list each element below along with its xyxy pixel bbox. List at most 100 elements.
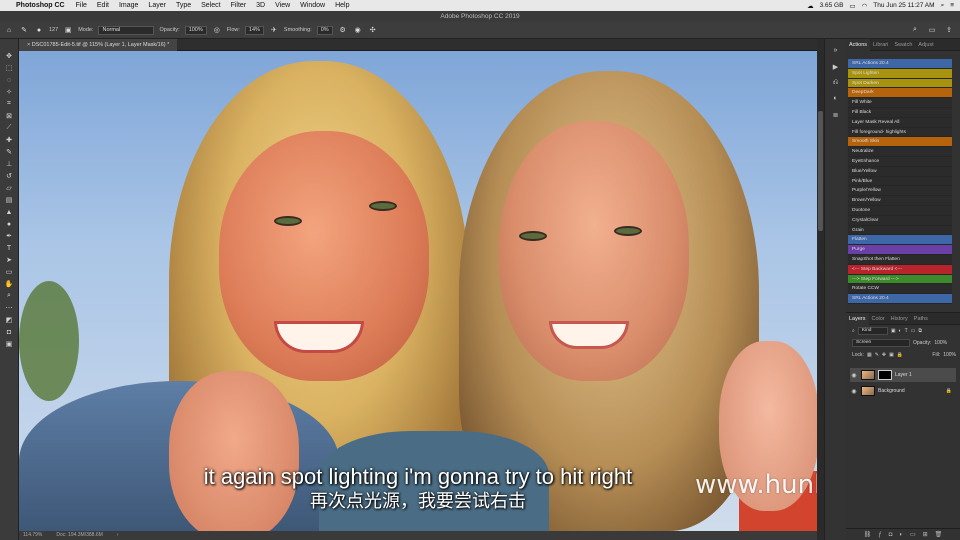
brush-tool-icon[interactable]: ✎ [2,147,16,157]
opacity-value[interactable]: 100% [934,340,947,346]
fx-icon[interactable]: ƒ [878,532,881,538]
type-tool-icon[interactable]: T [2,243,16,253]
menu-3d[interactable]: 3D [251,2,270,9]
zoom-level[interactable]: 114.79% [23,531,42,540]
tab-actions[interactable]: Actions [846,38,871,51]
menu-list-icon[interactable]: ≡ [950,2,954,9]
menu-help[interactable]: Help [330,2,354,9]
visibility-eye-icon[interactable]: ◉ [850,372,858,379]
action-item[interactable]: Purple/Yellow [848,186,952,197]
action-item[interactable]: SRL Actions 20.4 [848,294,952,304]
visibility-eye-icon[interactable]: ◉ [850,388,858,395]
action-item[interactable]: Smooth Skin [848,137,952,148]
color-swatches-icon[interactable]: ◩ [2,315,16,325]
add-mask-icon[interactable]: ◘ [889,532,893,538]
adjustments-panel-icon[interactable]: ◐ [830,95,842,105]
doc-size[interactable]: Doc: 194.3M/388.6M [56,531,102,540]
menu-view[interactable]: View [270,2,295,9]
lock-move-icon[interactable]: ✥ [882,352,886,358]
history-panel-icon[interactable]: ⎌ [830,79,842,89]
action-item[interactable]: Pink/Blue [848,176,952,187]
layer-row-layer1[interactable]: ◉ Layer 1 [850,368,956,382]
filter-shape-icon[interactable]: ▭ [911,328,916,334]
action-item[interactable]: EyeEnhance [848,156,952,167]
quick-select-tool-icon[interactable]: ✧ [2,87,16,97]
gradient-tool-icon[interactable]: ▤ [2,195,16,205]
adjustment-layer-icon[interactable]: ◐ [899,532,903,538]
filter-smart-icon[interactable]: ⧉ [918,328,922,334]
clock[interactable]: Thu Jun 25 11:27 AM [873,2,934,9]
tab-swatches[interactable]: Swatch [891,39,915,51]
layer-filter-select[interactable]: Kind [857,327,888,335]
action-item[interactable]: CrystalClear [848,215,952,226]
brush-size[interactable]: 127 [49,27,58,33]
action-item[interactable]: Fill Black [848,107,952,118]
tab-adjustments[interactable]: Adjust [915,39,936,51]
menu-window[interactable]: Window [295,2,330,9]
workspace-icon[interactable]: ▭ [927,25,937,35]
mode-select[interactable]: Normal [98,25,155,35]
filter-adjust-icon[interactable]: ◐ [899,328,902,334]
action-item[interactable]: Fill foreground- highlights [848,127,952,138]
dodge-tool-icon[interactable]: ● [2,219,16,229]
search-icon[interactable]: ⌕ [941,2,945,10]
image-canvas[interactable] [19,51,817,531]
menu-type[interactable]: Type [171,2,196,9]
lasso-tool-icon[interactable]: ◌ [2,75,16,85]
menu-layer[interactable]: Layer [143,2,171,9]
frame-tool-icon[interactable]: ⊠ [2,111,16,121]
action-item[interactable]: Rotate CCW [848,284,952,295]
battery-icon[interactable]: ▭ [849,2,855,10]
zoom-tool-icon[interactable]: ⌕ [2,291,16,301]
tab-color[interactable]: Color [869,313,888,325]
clone-stamp-tool-icon[interactable]: ⊥ [2,159,16,169]
action-item[interactable]: Brown/Yellow [848,196,952,206]
share-icon[interactable]: ⇪ [944,25,954,35]
move-tool-icon[interactable]: ✥ [2,51,16,61]
filter-type-icon[interactable]: T [905,328,908,334]
smoothing-field[interactable]: 0% [316,25,333,35]
path-select-tool-icon[interactable]: ➤ [2,255,16,265]
brush-tool-icon[interactable]: ✎ [19,25,29,35]
tab-history[interactable]: History [888,313,911,325]
action-item[interactable]: Layer Mask Reveal All [848,117,952,128]
search-icon[interactable]: ⌕ [910,25,920,35]
lock-transparency-icon[interactable]: ▦ [867,352,872,358]
menu-edit[interactable]: Edit [92,2,114,9]
filter-pixel-icon[interactable]: ▣ [891,328,896,334]
menu-filter[interactable]: Filter [226,2,252,9]
action-item[interactable]: Fill White [848,98,952,108]
blur-tool-icon[interactable]: ▲ [2,207,16,217]
flow-field[interactable]: 14% [244,25,264,35]
eyedropper-tool-icon[interactable]: ⟋ [2,123,16,133]
cloud-icon[interactable]: ☁ [807,2,814,10]
history-brush-tool-icon[interactable]: ↺ [2,171,16,181]
document-tab[interactable]: × DSC01785-Edit-5.tif @ 115% (Layer 1, L… [19,39,178,51]
action-item[interactable]: Spot Darken [848,78,952,89]
group-icon[interactable]: ▭ [910,531,916,538]
action-item[interactable]: SRL Actions 20.4 [848,59,952,69]
action-item[interactable]: Purge [848,245,952,255]
pen-tool-icon[interactable]: ✒ [2,231,16,241]
action-item[interactable]: Blue/Yellow [848,166,952,177]
new-layer-icon[interactable]: ⊞ [923,531,928,538]
action-item[interactable]: Duotone [848,205,952,216]
quick-mask-icon[interactable]: ◘ [2,327,16,337]
collapse-icon[interactable]: » [830,47,842,57]
action-item[interactable]: ---> Step Forward ---> [848,274,952,285]
healing-tool-icon[interactable]: ✚ [2,135,16,145]
action-item[interactable]: Neutralize [848,147,952,157]
action-item[interactable]: Spot Lighten [848,68,952,79]
menu-image[interactable]: Image [114,2,143,9]
fill-value[interactable]: 100% [943,352,960,358]
eraser-tool-icon[interactable]: ▱ [2,183,16,193]
tab-libraries[interactable]: Librari [870,39,891,51]
lock-icon[interactable]: 🔒 [897,352,903,358]
action-item[interactable]: <--- Step Backward <--- [848,264,952,275]
chevron-right-icon[interactable]: › [117,531,119,540]
rectangle-tool-icon[interactable]: ▭ [2,267,16,277]
blend-mode-select[interactable]: Screen [852,339,910,347]
wifi-icon[interactable]: ◠ [862,2,868,10]
close-icon[interactable]: × [27,42,30,48]
airbrush-icon[interactable]: ✈ [269,25,279,35]
